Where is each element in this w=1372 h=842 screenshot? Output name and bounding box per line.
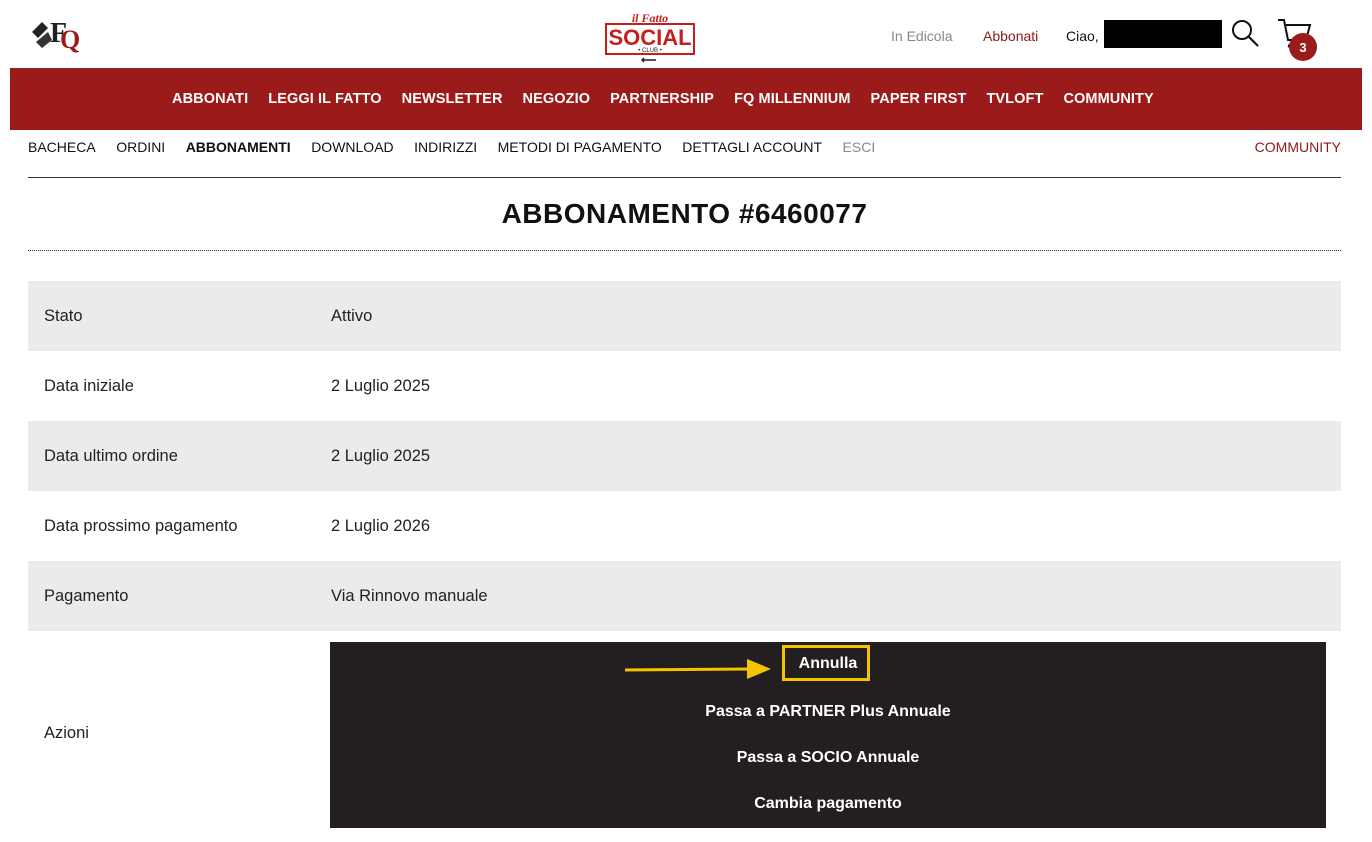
il-fatto-social-club-logo[interactable]: il Fatto SOCIAL • CLUB • — [604, 10, 696, 66]
account-nav-metodi-di-pagamento[interactable]: METODI DI PAGAMENTO — [498, 139, 662, 155]
abbonati-link[interactable]: Abbonati — [983, 4, 1038, 68]
actions-panel: Annulla Passa a PARTNER Plus Annuale Pas… — [330, 642, 1326, 828]
fq-logo[interactable]: F Q — [28, 12, 82, 54]
annulla-button[interactable]: Annulla — [330, 655, 1326, 673]
account-nav-indirizzi[interactable]: INDIRIZZI — [414, 139, 477, 155]
account-nav-bacheca[interactable]: BACHECA — [28, 139, 96, 155]
detail-label: Data prossimo pagamento — [44, 516, 238, 535]
redacted-username — [1104, 20, 1222, 48]
page-title: ABBONAMENTO #6460077 — [28, 178, 1341, 251]
account-nav: BACHECA ORDINI ABBONAMENTI DOWNLOAD INDI… — [28, 130, 1341, 178]
account-nav-dettagli-account[interactable]: DETTAGLI ACCOUNT — [682, 139, 822, 155]
nav-fq-millennium[interactable]: FQ MILLENNIUM — [734, 91, 850, 107]
table-row: Data prossimo pagamento 2 Luglio 2026 — [28, 491, 1341, 561]
account-nav-community[interactable]: COMMUNITY — [1255, 130, 1341, 164]
detail-label: Data ultimo ordine — [28, 421, 331, 491]
nav-paper-first[interactable]: PAPER FIRST — [871, 91, 967, 107]
actions-label: Azioni — [44, 723, 89, 742]
nav-newsletter[interactable]: NEWSLETTER — [402, 91, 503, 107]
table-row: Stato Attivo — [28, 281, 1341, 351]
main-nav: ABBONATI LEGGI IL FATTO NEWSLETTER NEGOZ… — [10, 68, 1362, 130]
detail-label: Data iniziale — [44, 376, 134, 395]
search-icon[interactable] — [1230, 18, 1260, 48]
detail-value: Via Rinnovo manuale — [331, 561, 1341, 631]
nav-partnership[interactable]: PARTNERSHIP — [610, 91, 714, 107]
cart-count-badge[interactable]: 3 — [1289, 33, 1317, 61]
logo-text-club: • CLUB • — [638, 48, 662, 54]
top-header: F Q il Fatto SOCIAL • CLUB • In Edicola … — [10, 4, 1362, 68]
account-nav-download[interactable]: DOWNLOAD — [311, 139, 393, 155]
nav-leggi-il-fatto[interactable]: LEGGI IL FATTO — [268, 91, 381, 107]
account-nav-esci[interactable]: ESCI — [843, 139, 876, 155]
detail-value: 2 Luglio 2025 — [331, 421, 1341, 491]
detail-value: 2 Luglio 2026 — [331, 516, 431, 535]
passa-a-socio-annuale-button[interactable]: Passa a SOCIO Annuale — [330, 749, 1326, 767]
in-edicola-link[interactable]: In Edicola — [891, 4, 952, 68]
passa-a-partner-plus-annuale-button[interactable]: Passa a PARTNER Plus Annuale — [330, 703, 1326, 721]
detail-label: Pagamento — [28, 561, 331, 631]
logo-text-il-fatto: il Fatto — [632, 11, 668, 25]
detail-value: 2 Luglio 2025 — [331, 376, 431, 395]
account-nav-abbonamenti[interactable]: ABBONAMENTI — [186, 139, 291, 155]
detail-value: Attivo — [331, 281, 1341, 351]
annotation-arrow-icon — [624, 659, 771, 679]
detail-label: Stato — [28, 281, 331, 351]
nav-community[interactable]: COMMUNITY — [1063, 91, 1153, 107]
nav-tvloft[interactable]: TVLOFT — [986, 91, 1043, 107]
cambia-pagamento-button[interactable]: Cambia pagamento — [330, 795, 1326, 813]
table-row: Pagamento Via Rinnovo manuale — [28, 561, 1341, 631]
account-nav-ordini[interactable]: ORDINI — [116, 139, 165, 155]
nav-negozio[interactable]: NEGOZIO — [523, 91, 591, 107]
table-row: Data iniziale 2 Luglio 2025 — [28, 351, 1341, 421]
table-row: Data ultimo ordine 2 Luglio 2025 — [28, 421, 1341, 491]
logo-text-social: SOCIAL — [608, 25, 691, 50]
svg-text:Q: Q — [60, 25, 80, 54]
nav-abbonati[interactable]: ABBONATI — [172, 91, 248, 107]
user-greeting: Ciao, — [1066, 28, 1099, 44]
